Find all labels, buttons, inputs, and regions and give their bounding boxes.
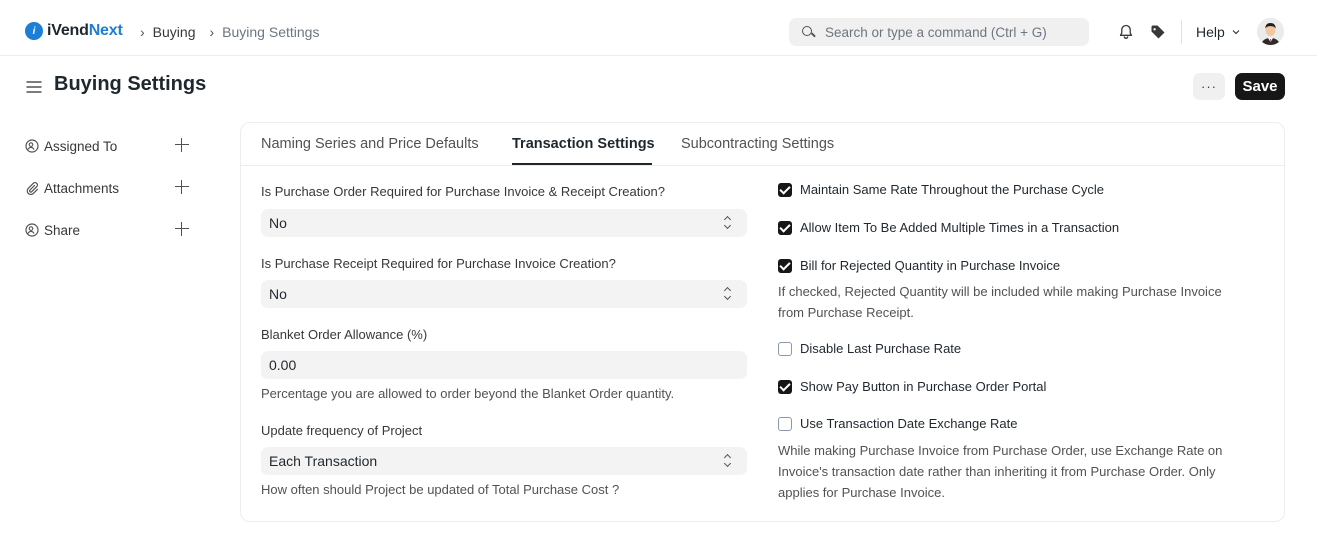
project-frequency-value: Each Transaction bbox=[269, 453, 378, 469]
checkbox-unchecked-icon[interactable] bbox=[778, 341, 792, 356]
blanket-allowance-value: 0.00 bbox=[269, 357, 297, 373]
tab-bar: Naming Series and Price Defaults Transac… bbox=[241, 123, 1284, 166]
page-title: Buying Settings bbox=[54, 73, 207, 95]
po-required-select[interactable]: No bbox=[261, 209, 747, 237]
tab-subcontracting-settings[interactable]: Subcontracting Settings bbox=[681, 136, 834, 152]
select-arrows-icon bbox=[724, 216, 732, 230]
po-required-label: Is Purchase Order Required for Purchase … bbox=[261, 184, 665, 199]
checkbox-checked-icon[interactable] bbox=[778, 379, 792, 394]
bill-rejected-qty-description: If checked, Rejected Quantity will be in… bbox=[778, 281, 1222, 323]
paperclip-icon bbox=[26, 182, 38, 195]
save-button[interactable]: Save bbox=[1235, 73, 1285, 100]
assign-user-icon bbox=[25, 139, 39, 153]
search-input[interactable]: Search or type a command (Ctrl + G) bbox=[789, 18, 1089, 46]
navbar: i iVendNext › Buying › Buying Settings S… bbox=[0, 0, 1317, 56]
checkbox-label: Maintain Same Rate Throughout the Purcha… bbox=[800, 182, 1104, 197]
allow-multiple-items-checkbox[interactable]: Allow Item To Be Added Multiple Times in… bbox=[778, 220, 1119, 235]
project-frequency-label: Update frequency of Project bbox=[261, 423, 423, 438]
project-frequency-select[interactable]: Each Transaction bbox=[261, 447, 747, 475]
pr-required-value: No bbox=[269, 286, 287, 302]
sidebar-item-attachments[interactable]: Attachments bbox=[25, 178, 191, 198]
description-line: If checked, Rejected Quantity will be in… bbox=[778, 284, 1222, 299]
checkbox-label: Allow Item To Be Added Multiple Times in… bbox=[800, 220, 1120, 235]
transaction-date-exchange-rate-checkbox[interactable]: Use Transaction Date Exchange Rate bbox=[778, 416, 1018, 431]
pr-required-label: Is Purchase Receipt Required for Purchas… bbox=[261, 256, 616, 271]
checkbox-checked-icon[interactable] bbox=[778, 182, 792, 197]
description-line: from Purchase Receipt. bbox=[778, 305, 914, 320]
checkbox-checked-icon[interactable] bbox=[778, 220, 792, 235]
description-line: While making Purchase Invoice from Purch… bbox=[778, 443, 1223, 458]
disable-last-purchase-rate-checkbox[interactable]: Disable Last Purchase Rate bbox=[778, 341, 961, 356]
menu-icon[interactable] bbox=[26, 79, 42, 95]
bell-icon[interactable] bbox=[1118, 24, 1134, 40]
project-frequency-description: How often should Project be updated of T… bbox=[261, 482, 620, 497]
tab-naming-series[interactable]: Naming Series and Price Defaults bbox=[261, 136, 479, 152]
description-line: applies for Purchase Invoice. bbox=[778, 485, 945, 500]
select-arrows-icon bbox=[724, 454, 732, 468]
tab-transaction-settings[interactable]: Transaction Settings bbox=[512, 136, 655, 152]
app-logo[interactable]: i iVendNext bbox=[25, 22, 123, 40]
description-line: Invoice's transaction date rather than i… bbox=[778, 464, 1216, 479]
bill-rejected-qty-checkbox[interactable]: Bill for Rejected Quantity in Purchase I… bbox=[778, 258, 1060, 273]
maintain-same-rate-checkbox[interactable]: Maintain Same Rate Throughout the Purcha… bbox=[778, 182, 1104, 197]
checkbox-unchecked-icon[interactable] bbox=[778, 416, 792, 431]
breadcrumb-buying[interactable]: Buying bbox=[153, 24, 196, 40]
chevron-down-icon bbox=[1232, 30, 1240, 35]
po-required-value: No bbox=[269, 215, 287, 231]
checkbox-checked-icon[interactable] bbox=[778, 258, 792, 273]
breadcrumb-buying-settings[interactable]: Buying Settings bbox=[222, 24, 319, 40]
checkbox-label: Use Transaction Date Exchange Rate bbox=[800, 416, 1018, 431]
blanket-allowance-input[interactable]: 0.00 bbox=[261, 351, 747, 379]
blanket-allowance-label: Blanket Order Allowance (%) bbox=[261, 327, 428, 342]
pr-required-select[interactable]: No bbox=[261, 280, 747, 308]
settings-card: Naming Series and Price Defaults Transac… bbox=[240, 122, 1285, 522]
search-icon bbox=[801, 25, 815, 39]
share-user-icon bbox=[25, 223, 39, 237]
add-assignee-icon[interactable] bbox=[175, 138, 189, 152]
sidebar-item-label: Attachments bbox=[44, 180, 120, 196]
checkbox-label: Show Pay Button in Purchase Order Portal bbox=[800, 379, 1047, 394]
breadcrumb: › Buying › Buying Settings bbox=[140, 24, 333, 40]
logo-text: iVendNext bbox=[47, 22, 123, 40]
avatar[interactable] bbox=[1257, 18, 1284, 45]
add-share-icon[interactable] bbox=[175, 222, 189, 236]
chevron-right-icon: › bbox=[140, 24, 145, 40]
add-attachment-icon[interactable] bbox=[175, 180, 189, 194]
user-avatar-icon bbox=[1257, 18, 1284, 45]
blanket-allowance-description: Percentage you are allowed to order beyo… bbox=[261, 386, 675, 401]
sidebar-item-assigned-to[interactable]: Assigned To bbox=[25, 136, 191, 156]
help-dropdown[interactable]: Help bbox=[1196, 24, 1241, 40]
checkbox-label: Disable Last Purchase Rate bbox=[800, 341, 962, 356]
nav-divider bbox=[1181, 20, 1182, 44]
sidebar-item-label: Share bbox=[44, 222, 81, 238]
help-label: Help bbox=[1196, 24, 1225, 40]
logo-prefix: iVend bbox=[47, 22, 89, 39]
logo-mark-icon: i bbox=[25, 22, 43, 40]
more-actions-button[interactable]: ··· bbox=[1193, 73, 1225, 100]
chevron-right-icon: › bbox=[209, 24, 215, 40]
sidebar-item-share[interactable]: Share bbox=[25, 220, 191, 240]
active-tab-indicator bbox=[512, 163, 652, 165]
select-arrows-icon bbox=[724, 287, 732, 301]
checkbox-label: Bill for Rejected Quantity in Purchase I… bbox=[800, 258, 1061, 273]
search-placeholder: Search or type a command (Ctrl + G) bbox=[825, 24, 1047, 40]
logo-suffix: Next bbox=[88, 22, 123, 39]
tag-icon[interactable] bbox=[1150, 24, 1166, 40]
transaction-date-exchange-rate-description: While making Purchase Invoice from Purch… bbox=[778, 440, 1222, 503]
show-pay-button-checkbox[interactable]: Show Pay Button in Purchase Order Portal bbox=[778, 379, 1046, 394]
sidebar-item-label: Assigned To bbox=[44, 138, 118, 154]
